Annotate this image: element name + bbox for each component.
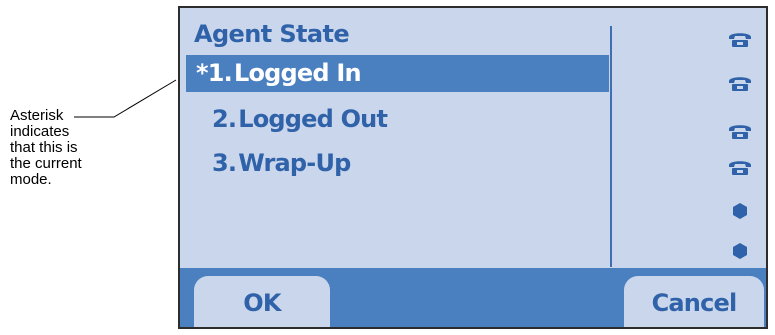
phone-icon[interactable] [728, 30, 752, 48]
menu-item-label: Logged In [233, 59, 362, 87]
line-dot-icon[interactable] [731, 242, 749, 260]
annotation-leader-line [74, 79, 177, 118]
menu-item-number: 2. [212, 105, 237, 133]
menu-item-logged-out[interactable]: 2.Logged Out [186, 101, 609, 138]
ok-softkey[interactable]: OK [194, 276, 330, 327]
phone-icon[interactable] [728, 158, 752, 176]
line-dot-icon[interactable] [731, 202, 749, 220]
column-divider [610, 26, 612, 267]
current-mode-asterisk: * [196, 59, 209, 87]
menu-item-number: 3. [212, 149, 237, 177]
screen-title: Agent State [194, 20, 350, 48]
phone-icon[interactable] [728, 74, 752, 92]
annotation-line: mode. [10, 171, 52, 188]
cancel-softkey[interactable]: Cancel [624, 276, 764, 327]
phone-icon[interactable] [728, 122, 752, 140]
menu-item-label: Wrap-Up [238, 149, 351, 177]
phone-screen: Agent State *1.Logged In 2.Logged Out 3.… [178, 6, 768, 329]
annotation-line: the current [10, 155, 82, 172]
menu-item-label: Logged Out [238, 105, 388, 133]
menu-item-logged-in[interactable]: *1.Logged In [186, 55, 609, 92]
menu-item-number: 1. [207, 59, 233, 87]
annotation-line: that this is [10, 139, 78, 156]
menu-item-wrap-up[interactable]: 3.Wrap-Up [186, 145, 609, 182]
